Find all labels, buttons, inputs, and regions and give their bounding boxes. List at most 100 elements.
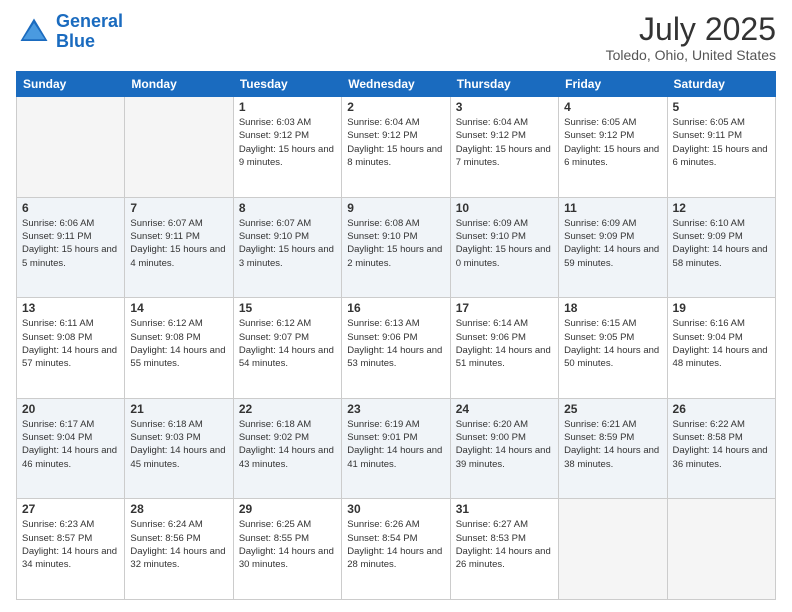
calendar-cell: 22Sunrise: 6:18 AM Sunset: 9:02 PM Dayli… [233,398,341,499]
day-number: 15 [239,301,336,315]
calendar-cell: 24 Sunrise: 6:20 AM Sunset: 9:00 PM Dayli… [450,398,558,499]
calendar-cell: 23 Sunrise: 6:19 AM Sunset: 9:01 PM Dayli… [342,398,450,499]
header: General Blue July 2025 Toledo, Ohio, Uni… [16,12,776,63]
calendar-cell: 19Sunrise: 6:16 AM Sunset: 9:04 PM Dayli… [667,298,775,399]
day-info: Sunrise: 6:06 AM Sunset: 9:11 PM Dayligh… [22,217,119,270]
day-number: 16 [347,301,444,315]
day-number: 24 [456,402,553,416]
day-number: 14 [130,301,227,315]
day-info: Sunrise: 6:11 AM Sunset: 9:08 PM Dayligh… [22,317,119,370]
day-number: 12 [673,201,770,215]
day-info: Sunrise: 6:21 AM Sunset: 8:59 PM Dayligh… [564,418,661,471]
day-number: 3 [456,100,553,114]
day-number: 7 [130,201,227,215]
calendar-cell: 25 Sunrise: 6:21 AM Sunset: 8:59 PM Dayli… [559,398,667,499]
day-number: 23 [347,402,444,416]
day-info: Sunrise: 6:07 AM Sunset: 9:11 PM Dayligh… [130,217,227,270]
weekday-header: Sunday [17,72,125,97]
logo-line2: Blue [56,31,95,51]
day-info: Sunrise: 6:15 AM Sunset: 9:05 PM Dayligh… [564,317,661,370]
day-number: 25 [564,402,661,416]
day-info: Sunrise: 6:07 AM Sunset: 9:10 PM Dayligh… [239,217,336,270]
title-block: July 2025 Toledo, Ohio, United States [606,12,776,63]
day-number: 4 [564,100,661,114]
day-number: 11 [564,201,661,215]
calendar-cell: 29 Sunrise: 6:25 AM Sunset: 8:55 PM Dayli… [233,499,341,600]
day-number: 5 [673,100,770,114]
day-info: Sunrise: 6:10 AM Sunset: 9:09 PM Dayligh… [673,217,770,270]
calendar-cell: 1 Sunrise: 6:03 AM Sunset: 9:12 PM Daylig… [233,97,341,198]
weekday-header: Tuesday [233,72,341,97]
calendar-week-row: 1 Sunrise: 6:03 AM Sunset: 9:12 PM Daylig… [17,97,776,198]
calendar-cell [667,499,775,600]
day-info: Sunrise: 6:18 AM Sunset: 9:03 PM Dayligh… [130,418,227,471]
calendar-cell: 26 Sunrise: 6:22 AM Sunset: 8:58 PM Dayli… [667,398,775,499]
calendar-cell: 9 Sunrise: 6:08 AM Sunset: 9:10 PM Daylig… [342,197,450,298]
day-info: Sunrise: 6:22 AM Sunset: 8:58 PM Dayligh… [673,418,770,471]
calendar-table: SundayMondayTuesdayWednesdayThursdayFrid… [16,71,776,600]
day-number: 28 [130,502,227,516]
calendar-week-row: 20Sunrise: 6:17 AM Sunset: 9:04 PM Dayli… [17,398,776,499]
day-info: Sunrise: 6:14 AM Sunset: 9:06 PM Dayligh… [456,317,553,370]
logo-icon [16,14,52,50]
calendar-cell: 6 Sunrise: 6:06 AM Sunset: 9:11 PM Daylig… [17,197,125,298]
day-info: Sunrise: 6:24 AM Sunset: 8:56 PM Dayligh… [130,518,227,571]
day-number: 22 [239,402,336,416]
day-number: 6 [22,201,119,215]
calendar-cell: 31Sunrise: 6:27 AM Sunset: 8:53 PM Dayli… [450,499,558,600]
day-info: Sunrise: 6:04 AM Sunset: 9:12 PM Dayligh… [347,116,444,169]
day-info: Sunrise: 6:19 AM Sunset: 9:01 PM Dayligh… [347,418,444,471]
day-info: Sunrise: 6:27 AM Sunset: 8:53 PM Dayligh… [456,518,553,571]
day-info: Sunrise: 6:13 AM Sunset: 9:06 PM Dayligh… [347,317,444,370]
weekday-header: Wednesday [342,72,450,97]
calendar-week-row: 6 Sunrise: 6:06 AM Sunset: 9:11 PM Daylig… [17,197,776,298]
calendar-cell: 21 Sunrise: 6:18 AM Sunset: 9:03 PM Dayli… [125,398,233,499]
day-info: Sunrise: 6:25 AM Sunset: 8:55 PM Dayligh… [239,518,336,571]
calendar-cell: 14Sunrise: 6:12 AM Sunset: 9:08 PM Dayli… [125,298,233,399]
day-number: 1 [239,100,336,114]
day-info: Sunrise: 6:17 AM Sunset: 9:04 PM Dayligh… [22,418,119,471]
calendar-cell: 20Sunrise: 6:17 AM Sunset: 9:04 PM Dayli… [17,398,125,499]
day-number: 27 [22,502,119,516]
calendar-cell: 3 Sunrise: 6:04 AM Sunset: 9:12 PM Daylig… [450,97,558,198]
calendar-cell: 27Sunrise: 6:23 AM Sunset: 8:57 PM Dayli… [17,499,125,600]
calendar-cell [125,97,233,198]
calendar-cell: 2Sunrise: 6:04 AM Sunset: 9:12 PM Daylig… [342,97,450,198]
day-info: Sunrise: 6:03 AM Sunset: 9:12 PM Dayligh… [239,116,336,169]
day-number: 26 [673,402,770,416]
page: General Blue July 2025 Toledo, Ohio, Uni… [0,0,792,612]
day-info: Sunrise: 6:09 AM Sunset: 9:10 PM Dayligh… [456,217,553,270]
day-number: 21 [130,402,227,416]
day-number: 10 [456,201,553,215]
subtitle: Toledo, Ohio, United States [606,47,776,63]
day-info: Sunrise: 6:05 AM Sunset: 9:11 PM Dayligh… [673,116,770,169]
day-info: Sunrise: 6:20 AM Sunset: 9:00 PM Dayligh… [456,418,553,471]
calendar-cell: 30Sunrise: 6:26 AM Sunset: 8:54 PM Dayli… [342,499,450,600]
weekday-header: Friday [559,72,667,97]
calendar-cell: 12 Sunrise: 6:10 AM Sunset: 9:09 PM Dayli… [667,197,775,298]
day-number: 17 [456,301,553,315]
logo-text: General Blue [56,12,123,52]
calendar-cell: 10 Sunrise: 6:09 AM Sunset: 9:10 PM Dayli… [450,197,558,298]
weekday-header: Monday [125,72,233,97]
main-title: July 2025 [606,12,776,47]
day-info: Sunrise: 6:09 AM Sunset: 9:09 PM Dayligh… [564,217,661,270]
calendar-cell: 16 Sunrise: 6:13 AM Sunset: 9:06 PM Dayli… [342,298,450,399]
calendar-cell [17,97,125,198]
day-number: 29 [239,502,336,516]
day-number: 18 [564,301,661,315]
calendar-cell: 15Sunrise: 6:12 AM Sunset: 9:07 PM Dayli… [233,298,341,399]
day-info: Sunrise: 6:04 AM Sunset: 9:12 PM Dayligh… [456,116,553,169]
day-number: 9 [347,201,444,215]
day-number: 8 [239,201,336,215]
calendar-cell: 13Sunrise: 6:11 AM Sunset: 9:08 PM Dayli… [17,298,125,399]
calendar-cell: 18 Sunrise: 6:15 AM Sunset: 9:05 PM Dayli… [559,298,667,399]
calendar-cell: 11 Sunrise: 6:09 AM Sunset: 9:09 PM Dayli… [559,197,667,298]
calendar-cell [559,499,667,600]
weekday-header: Thursday [450,72,558,97]
day-number: 30 [347,502,444,516]
day-info: Sunrise: 6:08 AM Sunset: 9:10 PM Dayligh… [347,217,444,270]
day-info: Sunrise: 6:05 AM Sunset: 9:12 PM Dayligh… [564,116,661,169]
logo-line1: General [56,11,123,31]
weekday-header: Saturday [667,72,775,97]
